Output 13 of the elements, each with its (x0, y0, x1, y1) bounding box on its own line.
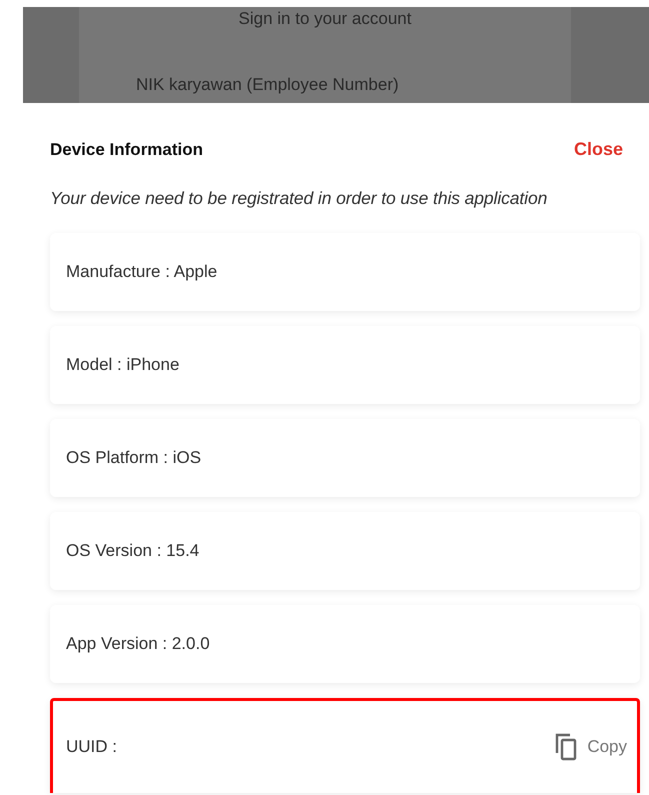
info-label: Model : iPhone (66, 355, 180, 375)
info-label: OS Version : 15.4 (66, 541, 200, 561)
sheet-title: Device Information (50, 140, 204, 160)
login-title: Sign in to your account (238, 9, 412, 29)
field-label: NIK karyawan (Employee Number) (136, 75, 400, 95)
info-label: App Version : 2.0.0 (66, 634, 210, 654)
sheet-subtitle: Your device need to be registrated in order to use this application (50, 188, 548, 209)
copy-icon (555, 733, 578, 761)
info-label: OS Platform : iOS (66, 448, 202, 468)
info-label: UUID : (66, 737, 117, 757)
copy-button[interactable]: Copy (555, 733, 627, 761)
info-label: Manufacture : Apple (66, 262, 218, 282)
close-button[interactable]: Close (574, 139, 623, 160)
